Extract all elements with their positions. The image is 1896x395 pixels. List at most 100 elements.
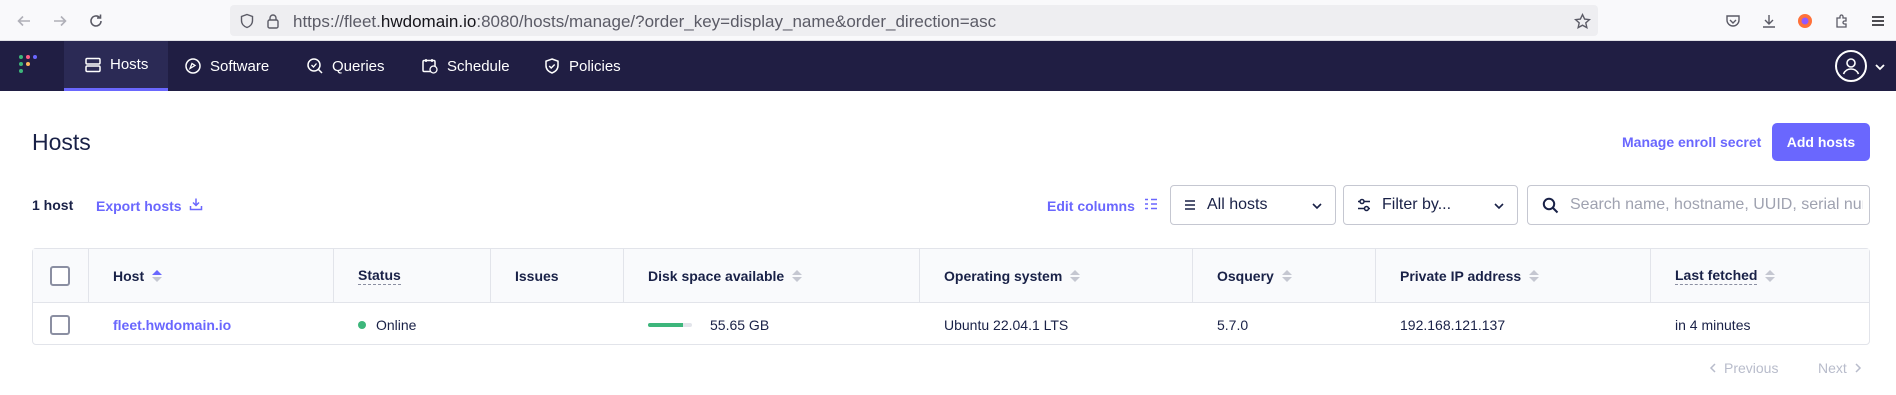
address-bar[interactable]: https://fleet.hwdomain.io:8080/hosts/man… [230, 5, 1598, 36]
sort-icon [152, 270, 163, 282]
sliders-icon [1356, 197, 1372, 213]
column-status-label: Status [358, 267, 401, 285]
hosts-icon [84, 56, 102, 74]
sort-icon [1529, 270, 1540, 282]
columns-icon [1144, 197, 1158, 214]
row-checkbox[interactable] [50, 315, 70, 335]
host-name-link[interactable]: fleet.hwdomain.io [89, 304, 231, 345]
issues-cell [491, 304, 515, 345]
forward-arrow-icon[interactable] [48, 9, 72, 33]
sort-icon [1765, 270, 1776, 282]
last-fetched-cell: in 4 minutes [1675, 316, 1751, 333]
sort-icon [1281, 270, 1292, 282]
filter-by-value: Filter by... [1382, 196, 1452, 213]
chevron-right-icon [1853, 360, 1863, 376]
download-icon[interactable] [1758, 10, 1780, 32]
chevron-left-icon [1708, 360, 1718, 376]
software-icon [184, 57, 202, 75]
os-cell: Ubuntu 22.04.1 LTS [944, 316, 1069, 333]
previous-page-button[interactable]: Previous [1708, 360, 1778, 376]
next-page-button[interactable]: Next [1818, 360, 1863, 376]
chevron-down-icon[interactable] [1874, 60, 1886, 78]
reload-icon[interactable] [84, 9, 108, 33]
column-issues: Issues [491, 249, 624, 303]
column-os-label: Operating system [944, 268, 1063, 284]
app-header: Hosts Software Queries Schedule Policies [0, 41, 1896, 91]
edit-columns-button[interactable]: Edit columns [1047, 197, 1158, 214]
column-last-fetched[interactable]: Last fetched [1651, 249, 1869, 303]
status-text: Online [376, 316, 417, 333]
export-hosts-button[interactable]: Export hosts [96, 197, 203, 214]
nav-software-label: Software [210, 57, 270, 75]
chevron-down-icon [1311, 199, 1323, 217]
column-private-ip[interactable]: Private IP address [1376, 249, 1651, 303]
nav-policies-label: Policies [569, 57, 621, 75]
search-box [1527, 185, 1870, 225]
status-cell: Online [334, 304, 416, 345]
column-disk-space-label: Disk space available [648, 268, 785, 284]
nav-queries[interactable]: Queries [286, 41, 405, 91]
filter-by-dropdown[interactable]: Filter by... [1343, 185, 1518, 225]
browser-toolbar: https://fleet.hwdomain.io:8080/hosts/man… [0, 0, 1896, 41]
column-status: Status [334, 249, 491, 303]
policies-icon [543, 57, 561, 75]
column-osquery[interactable]: Osquery [1193, 249, 1376, 303]
osquery-cell: 5.7.0 [1217, 316, 1249, 333]
column-disk-space[interactable]: Disk space available [624, 249, 920, 303]
table-header: Host Status Issues Disk space available … [33, 249, 1869, 303]
nav-schedule-label: Schedule [447, 57, 510, 75]
status-filter-dropdown[interactable]: All hosts [1170, 185, 1336, 225]
export-hosts-label: Export hosts [96, 197, 182, 214]
page-title: Hosts [32, 129, 91, 155]
select-all-checkbox[interactable] [50, 266, 70, 286]
nav-software[interactable]: Software [164, 41, 289, 91]
queries-icon [306, 57, 324, 75]
previous-label: Previous [1724, 360, 1779, 376]
back-arrow-icon[interactable] [12, 9, 36, 33]
download-icon [189, 197, 203, 214]
disk-space-bar-fill [648, 322, 684, 327]
sort-icon [792, 270, 803, 282]
column-operating-system[interactable]: Operating system [920, 249, 1193, 303]
chevron-down-icon [1493, 199, 1505, 217]
tracking-shield-icon[interactable] [238, 12, 256, 30]
manage-enroll-secret-button[interactable]: Manage enroll secret [1622, 134, 1761, 150]
column-osquery-label: Osquery [1217, 268, 1274, 284]
online-status-dot [358, 320, 366, 329]
column-last-fetched-label: Last fetched [1675, 267, 1758, 285]
nav-hosts[interactable]: Hosts [64, 41, 169, 91]
disk-space-cell: 55.65 GB [624, 304, 769, 345]
pocket-icon[interactable] [1722, 10, 1744, 32]
private-ip-cell: 192.168.121.137 [1400, 316, 1506, 333]
column-private-ip-label: Private IP address [1400, 268, 1522, 284]
select-all-cell [33, 249, 89, 303]
next-label: Next [1818, 360, 1847, 376]
add-hosts-button[interactable]: Add hosts [1772, 123, 1870, 161]
hosts-table: Host Status Issues Disk space available … [32, 248, 1870, 345]
nav-policies[interactable]: Policies [523, 41, 641, 91]
column-host-label: Host [113, 268, 145, 284]
nav-queries-label: Queries [332, 57, 385, 75]
schedule-icon [421, 57, 439, 75]
user-avatar[interactable] [1835, 50, 1867, 82]
fleet-logo-icon[interactable] [19, 55, 43, 77]
extensions-icon[interactable] [1831, 10, 1853, 32]
search-icon [1542, 197, 1559, 219]
disk-space-text: 55.65 GB [710, 316, 770, 333]
list-filter-icon [1183, 198, 1197, 212]
table-row[interactable]: fleet.hwdomain.io Online 55.65 GB Ubuntu… [33, 304, 1869, 345]
search-input[interactable] [1568, 186, 1863, 224]
nav-hosts-label: Hosts [110, 56, 149, 73]
bookmark-star-icon[interactable] [1573, 12, 1591, 30]
firefox-account-icon[interactable] [1794, 10, 1816, 32]
column-issues-label: Issues [515, 268, 559, 284]
column-host[interactable]: Host [89, 249, 334, 303]
lock-icon[interactable] [264, 12, 282, 30]
host-count: 1 host [32, 197, 74, 213]
nav-schedule[interactable]: Schedule [401, 41, 530, 91]
menu-hamburger-icon[interactable] [1867, 10, 1889, 32]
status-filter-value: All hosts [1207, 196, 1268, 213]
disk-space-bar [648, 322, 692, 327]
sort-icon [1070, 270, 1081, 282]
edit-columns-label: Edit columns [1047, 197, 1135, 214]
